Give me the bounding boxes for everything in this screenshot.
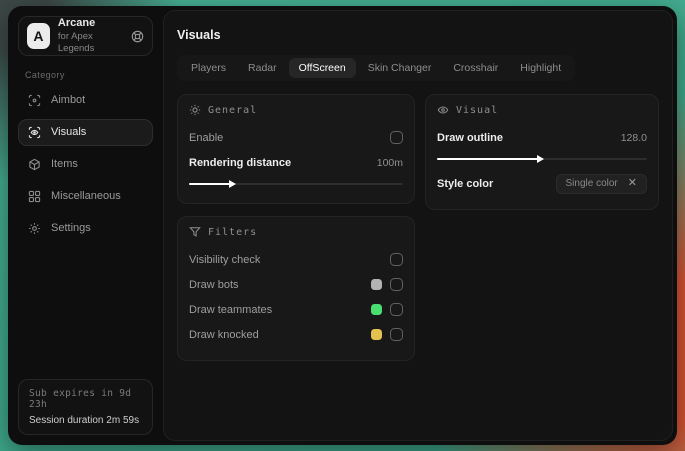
draw-knocked-row: Draw knocked xyxy=(189,323,403,346)
draw-bots-checkbox[interactable] xyxy=(390,278,403,291)
category-label: Category xyxy=(25,70,65,80)
visual-panel-header: Visual xyxy=(437,104,647,116)
brand-card: A Arcane for Apex Legends xyxy=(18,16,153,56)
funnel-icon xyxy=(189,226,201,238)
draw-bots-color-swatch[interactable] xyxy=(371,279,382,290)
rendering-distance-label: Rendering distance xyxy=(189,156,292,169)
visibility-check-label: Visibility check xyxy=(189,253,261,266)
eye-scan-icon xyxy=(28,126,41,139)
draw-knocked-label: Draw knocked xyxy=(189,328,259,341)
sun-icon xyxy=(189,104,201,116)
enable-checkbox[interactable] xyxy=(390,131,403,144)
rendering-distance-row: Rendering distance 100m xyxy=(189,151,403,174)
sidebar-item-label: Aimbot xyxy=(51,94,86,106)
tab-players[interactable]: Players xyxy=(181,58,236,78)
style-color-row: Style color Single color ✕ xyxy=(437,172,647,195)
session-duration-text: Session duration 2m 59s xyxy=(29,415,140,426)
brand-text: Arcane for Apex Legends xyxy=(58,17,123,55)
general-panel-title: General xyxy=(208,104,258,116)
draw-bots-row: Draw bots xyxy=(189,273,403,296)
app-name: Arcane xyxy=(57,17,96,30)
content-area: General Enable Rendering distance 100m F… xyxy=(177,94,659,361)
visual-panel-title: Visual xyxy=(456,104,499,116)
enable-row: Enable xyxy=(189,126,403,149)
sidebar-item-label: Items xyxy=(51,158,78,170)
draw-outline-slider[interactable] xyxy=(437,153,647,165)
app-logo: A xyxy=(27,23,50,49)
app-subtitle: for Apex Legends xyxy=(57,31,95,54)
sidebar-item-aimbot[interactable]: Aimbot xyxy=(18,87,153,114)
general-panel: General Enable Rendering distance 100m xyxy=(177,94,415,204)
draw-outline-row: Draw outline 128.0 xyxy=(437,126,647,149)
tab-crosshair[interactable]: Crosshair xyxy=(443,58,508,78)
left-column: General Enable Rendering distance 100m F… xyxy=(177,94,415,361)
support-icon[interactable] xyxy=(131,30,144,43)
general-panel-header: General xyxy=(189,104,403,116)
sidebar-nav: Aimbot Visuals Items Miscellaneous Setti… xyxy=(18,84,153,244)
sidebar-item-settings[interactable]: Settings xyxy=(18,215,153,242)
draw-teammates-checkbox[interactable] xyxy=(390,303,403,316)
tab-radar[interactable]: Radar xyxy=(238,58,287,78)
filters-panel: Filters Visibility check Draw bots Draw … xyxy=(177,216,415,361)
gear-icon xyxy=(28,222,41,235)
tab-skin-changer[interactable]: Skin Changer xyxy=(358,58,442,78)
page-title: Visuals xyxy=(177,28,221,42)
draw-teammates-label: Draw teammates xyxy=(189,303,273,316)
draw-outline-value: 128.0 xyxy=(620,131,647,144)
visibility-check-row: Visibility check xyxy=(189,248,403,271)
right-column: Visual Draw outline 128.0 Style color Si… xyxy=(425,94,659,210)
grid-icon xyxy=(28,190,41,203)
draw-bots-label: Draw bots xyxy=(189,278,239,291)
sidebar-item-label: Miscellaneous xyxy=(51,190,121,202)
visibility-check-checkbox[interactable] xyxy=(390,253,403,266)
draw-knocked-color-swatch[interactable] xyxy=(371,329,382,340)
subscription-status-card: Sub expires in 9d 23h Session duration 2… xyxy=(18,379,153,435)
draw-teammates-controls xyxy=(371,303,403,316)
eye-icon xyxy=(437,104,449,116)
main-panel: Visuals Players Radar OffScreen Skin Cha… xyxy=(163,10,673,441)
slider-fill xyxy=(437,155,544,163)
draw-bots-controls xyxy=(371,278,403,291)
box-icon xyxy=(28,158,41,171)
draw-outline-label: Draw outline xyxy=(437,131,504,144)
style-color-selected-value: Single color xyxy=(565,178,618,189)
tab-highlight[interactable]: Highlight xyxy=(510,58,571,78)
filters-panel-header: Filters xyxy=(189,226,403,238)
tab-offscreen[interactable]: OffScreen xyxy=(288,58,356,78)
draw-teammates-color-swatch[interactable] xyxy=(371,304,382,315)
crosshair-icon xyxy=(28,94,41,107)
sidebar-item-miscellaneous[interactable]: Miscellaneous xyxy=(18,183,153,210)
app-window: A Arcane for Apex Legends Category Aimbo… xyxy=(8,6,677,445)
visual-panel: Visual Draw outline 128.0 Style color Si… xyxy=(425,94,659,210)
style-color-select[interactable]: Single color ✕ xyxy=(555,173,647,194)
sidebar-item-label: Visuals xyxy=(51,126,87,138)
tab-bar: Players Radar OffScreen Skin Changer Cro… xyxy=(177,55,576,81)
sidebar: A Arcane for Apex Legends Category Aimbo… xyxy=(12,10,159,441)
draw-knocked-checkbox[interactable] xyxy=(390,328,403,341)
rendering-distance-value: 100m xyxy=(376,156,403,169)
sidebar-item-label: Settings xyxy=(51,222,91,234)
filters-panel-title: Filters xyxy=(208,226,258,238)
sidebar-item-visuals[interactable]: Visuals xyxy=(18,118,153,146)
style-color-label: Style color xyxy=(437,177,494,190)
desktop-background: { "app": { "name": "Arcane", "subtitle":… xyxy=(0,0,685,451)
rendering-distance-slider[interactable] xyxy=(189,178,403,190)
enable-label: Enable xyxy=(189,131,224,144)
draw-knocked-controls xyxy=(371,328,403,341)
clear-selection-icon[interactable]: ✕ xyxy=(628,178,637,189)
slider-fill xyxy=(189,180,236,188)
draw-teammates-row: Draw teammates xyxy=(189,298,403,321)
sidebar-item-items[interactable]: Items xyxy=(18,151,153,178)
sub-expires-text: Sub expires in 9d 23h xyxy=(29,388,132,410)
